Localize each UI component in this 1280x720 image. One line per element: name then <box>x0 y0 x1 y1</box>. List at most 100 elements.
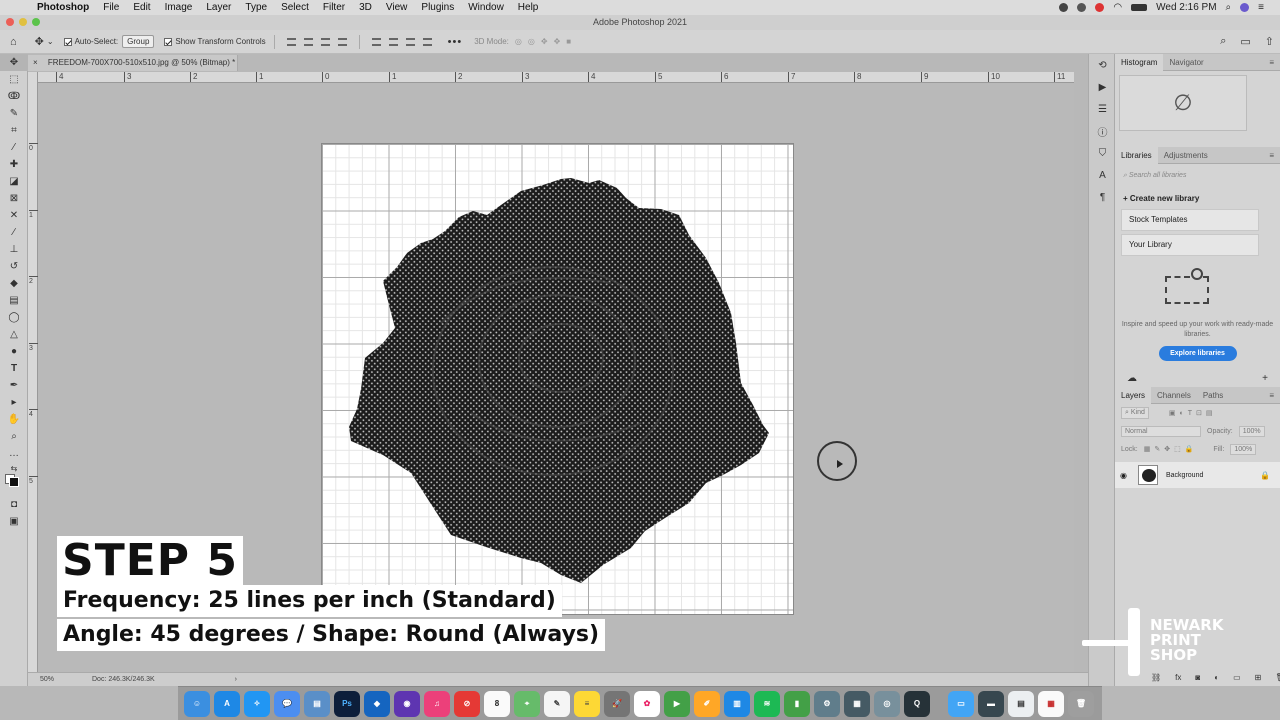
align-left-icon[interactable] <box>286 37 296 46</box>
move-tool-icon[interactable]: ✥ <box>35 35 44 48</box>
auto-select-dropdown[interactable]: Group <box>122 35 155 48</box>
fill-field[interactable]: 100% <box>1230 443 1257 455</box>
pen-tool-icon[interactable]: ✒ <box>0 377 28 394</box>
doc-size[interactable]: Doc: 246.3K/246.3K <box>92 676 155 683</box>
zoom-window-button[interactable] <box>32 18 40 26</box>
calendar-icon[interactable]: 8 <box>484 690 510 717</box>
distribute-vertical-icon[interactable] <box>422 37 432 46</box>
frame-tool-icon[interactable]: ⊠ <box>0 190 28 207</box>
siri-icon[interactable]: ◉ <box>394 690 420 717</box>
menu-layer[interactable]: Layer <box>206 2 231 13</box>
ruler-vertical[interactable]: 0 1 2 3 4 5 <box>28 72 38 672</box>
menu-3d[interactable]: 3D <box>359 2 372 13</box>
battery-icon[interactable] <box>1131 4 1148 11</box>
menu-edit[interactable]: Edit <box>133 2 150 13</box>
library-search-input[interactable]: ⌕ Search all libraries <box>1123 172 1276 184</box>
patch-tool-icon[interactable]: ◪ <box>0 173 28 190</box>
red-eye-tool-icon[interactable]: ✕ <box>0 207 28 224</box>
siri-icon[interactable] <box>1240 3 1250 12</box>
your-library-item[interactable]: Your Library <box>1121 234 1259 256</box>
ruler-horizontal[interactable]: 4 3 2 1 0 1 2 3 4 5 6 7 8 9 10 11 <box>38 72 1074 83</box>
tab-adjustments[interactable]: Adjustments <box>1158 147 1214 164</box>
tab-libraries[interactable]: Libraries <box>1115 146 1158 164</box>
more-options-icon[interactable]: ••• <box>448 36 463 48</box>
align-right-icon[interactable] <box>320 37 330 46</box>
lock-icons[interactable]: ▦✎✥⬚🔒 <box>1144 445 1198 453</box>
news-icon[interactable]: ⊘ <box>454 690 480 717</box>
gradient-tool-icon[interactable]: ▤ <box>0 292 28 309</box>
auto-select-checkbox[interactable] <box>63 37 72 46</box>
eraser-tool-icon[interactable]: ◆ <box>0 275 28 292</box>
marquee-tool-icon[interactable]: ⬚ <box>0 71 28 88</box>
opacity-field[interactable]: 100% <box>1238 425 1265 437</box>
quicktime-icon[interactable]: Q <box>904 690 930 717</box>
folder-icon[interactable]: ▭ <box>948 690 974 717</box>
control-center-icon[interactable]: ≡ <box>1258 2 1264 13</box>
align-middle-icon[interactable] <box>388 37 398 46</box>
align-top-icon[interactable] <box>371 37 381 46</box>
quick-mask-icon[interactable]: ◘ <box>0 496 28 513</box>
show-transform-checkbox[interactable] <box>164 37 173 46</box>
dodge-tool-icon[interactable]: ● <box>0 343 28 360</box>
layer-name[interactable]: Background <box>1166 472 1203 479</box>
messages-icon[interactable]: 💬 <box>274 690 300 717</box>
notes-icon[interactable]: ≡ <box>574 690 600 717</box>
close-window-button[interactable] <box>6 18 14 26</box>
explore-libraries-button[interactable]: Explore libraries <box>1158 346 1237 361</box>
align-center-icon[interactable] <box>303 37 313 46</box>
foreground-color-swatch[interactable] <box>9 477 19 487</box>
menu-image[interactable]: Image <box>165 2 193 13</box>
screenshot-icon[interactable]: ▬ <box>978 690 1004 717</box>
tab-navigator[interactable]: Navigator <box>1163 54 1209 71</box>
hand-tool-icon[interactable]: ✋ <box>0 411 28 428</box>
swap-colors-icon[interactable]: ⇆ <box>0 462 28 474</box>
new-layer-icon[interactable]: ⊞ <box>1255 673 1262 682</box>
menu-view[interactable]: View <box>386 2 408 13</box>
wifi-icon[interactable]: ◠ <box>1113 2 1122 13</box>
record-icon[interactable] <box>1059 3 1069 12</box>
facetime-icon[interactable]: ▶ <box>664 690 690 717</box>
panel-menu-icon[interactable]: ≡ <box>1269 58 1274 67</box>
menu-filter[interactable]: Filter <box>323 2 345 13</box>
pages-icon[interactable]: ✐ <box>694 690 720 717</box>
adjustments-icon[interactable]: ⛉ <box>1089 142 1116 164</box>
sharpen-tool-icon[interactable]: △ <box>0 326 28 343</box>
menu-plugins[interactable]: Plugins <box>421 2 454 13</box>
photoshop-icon[interactable]: Ps <box>334 690 360 717</box>
system-preferences-icon[interactable]: ⚙ <box>814 690 840 717</box>
quick-select-tool-icon[interactable]: ✎ <box>0 105 28 122</box>
panel-menu-icon[interactable]: ≡ <box>1269 391 1274 400</box>
actions-icon[interactable]: ▶ <box>1089 76 1116 98</box>
spotify-icon[interactable]: ≋ <box>754 690 780 717</box>
filter-icons[interactable]: ▣◐T⊡▤ <box>1169 409 1217 417</box>
move-tool-dropdown-icon[interactable]: ⌄ <box>47 37 54 46</box>
tab-paths[interactable]: Paths <box>1197 387 1229 404</box>
layer-row-background[interactable]: ◉ Background 🔒 <box>1115 462 1280 488</box>
clone-stamp-tool-icon[interactable]: ⊥ <box>0 241 28 258</box>
finder-icon[interactable]: ☺ <box>184 690 210 717</box>
status-menu-icon[interactable]: › <box>235 676 237 683</box>
path-selection-tool-icon[interactable]: ▸ <box>0 394 28 411</box>
create-new-library-button[interactable]: + Create new library <box>1123 194 1280 203</box>
music-icon[interactable]: ♫ <box>424 690 450 717</box>
lasso-tool-icon[interactable]: ↂ <box>0 88 28 105</box>
panel-menu-icon[interactable]: ≡ <box>1269 151 1274 160</box>
menu-select[interactable]: Select <box>281 2 309 13</box>
trash-icon[interactable]: 🗑 <box>1068 690 1094 717</box>
properties-icon[interactable]: ☰ <box>1089 98 1116 120</box>
delete-layer-icon[interactable]: 🗑 <box>1275 673 1280 682</box>
share-icon[interactable]: ⇧ <box>1265 35 1274 48</box>
brush-tool-icon[interactable]: ∕ <box>0 224 28 241</box>
blend-mode-dropdown[interactable]: Normal <box>1121 425 1201 437</box>
tab-channels[interactable]: Channels <box>1151 387 1197 404</box>
dropbox-icon[interactable]: ◆ <box>364 690 390 717</box>
menu-window[interactable]: Window <box>468 2 504 13</box>
recent-file-icon[interactable]: ▦ <box>1038 690 1064 717</box>
info-icon[interactable]: ⓘ <box>1089 120 1116 142</box>
activity-monitor-icon[interactable]: ▦ <box>844 690 870 717</box>
character-icon[interactable]: A <box>1089 164 1116 186</box>
preview-icon[interactable]: ▤ <box>304 690 330 717</box>
type-tool-icon[interactable]: T <box>0 360 28 377</box>
tab-layers[interactable]: Layers <box>1115 386 1152 404</box>
zoom-level[interactable]: 50% <box>40 676 80 683</box>
